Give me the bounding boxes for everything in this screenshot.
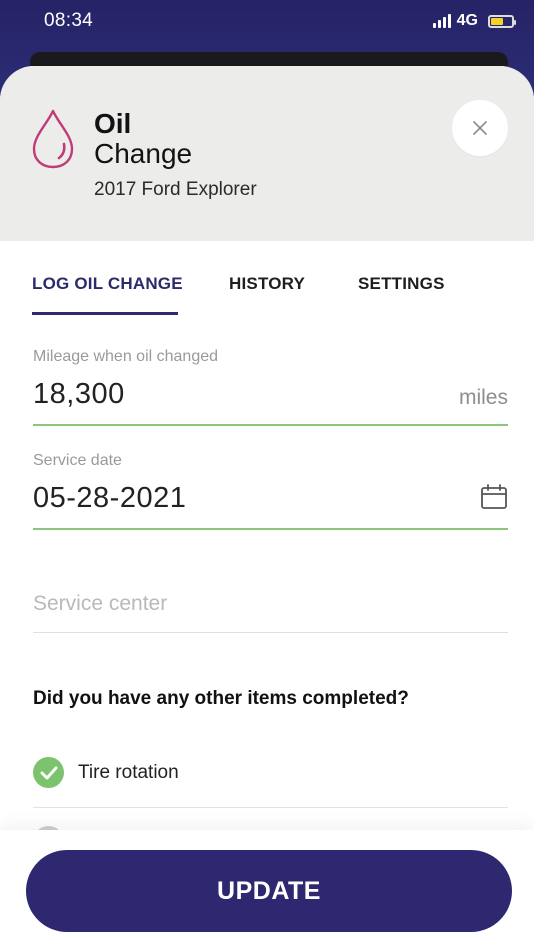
- service-center-input[interactable]: Service center: [33, 592, 508, 616]
- page-title-line-2: Change: [94, 138, 193, 169]
- vehicle-name: 2017 Ford Explorer: [94, 179, 257, 200]
- service-center-underline: [33, 632, 508, 633]
- checked-checkbox[interactable]: [33, 757, 64, 788]
- service-date-underline: [33, 528, 508, 530]
- tab-bar: LOG OIL CHANGE HISTORY SETTINGS: [32, 274, 502, 318]
- mileage-underline: [33, 424, 508, 426]
- check-icon: [40, 766, 57, 779]
- service-date-field[interactable]: Service date 05-28-2021: [33, 452, 508, 532]
- mileage-field[interactable]: Mileage when oil changed 18,300 miles: [33, 348, 508, 428]
- mileage-unit: miles: [458, 386, 508, 409]
- active-tab-indicator: [32, 312, 178, 315]
- list-item-label: Tire rotation: [78, 762, 179, 783]
- completed-items-question: Did you have any other items completed?: [33, 688, 409, 709]
- tab-settings[interactable]: SETTINGS: [358, 274, 445, 294]
- network-type: 4G: [456, 12, 478, 29]
- status-time: 08:34: [44, 10, 94, 31]
- close-icon: [473, 121, 487, 135]
- service-center-field[interactable]: Service center: [33, 592, 508, 636]
- oil-change-sheet: Oil Change 2017 Ford Explorer LOG OIL CH…: [0, 66, 534, 950]
- tab-history[interactable]: HISTORY: [229, 274, 305, 294]
- sheet-header: Oil Change 2017 Ford Explorer: [0, 66, 534, 241]
- mileage-input[interactable]: 18,300: [33, 378, 508, 411]
- update-button[interactable]: UPDATE: [26, 850, 512, 932]
- tab-log-oil-change[interactable]: LOG OIL CHANGE: [32, 274, 183, 294]
- status-indicators: 4G: [432, 12, 516, 30]
- oil-drop-icon: [32, 109, 74, 169]
- battery-icon: [488, 14, 516, 28]
- calendar-icon[interactable]: [480, 484, 508, 510]
- service-date-label: Service date: [33, 452, 122, 469]
- list-item[interactable]: Tire rotation: [33, 754, 508, 806]
- service-date-input[interactable]: 05-28-2021: [33, 482, 508, 515]
- mileage-label: Mileage when oil changed: [33, 348, 219, 365]
- page-title-line-1: Oil: [94, 108, 132, 139]
- signal-icon: [432, 14, 451, 28]
- close-button[interactable]: [452, 100, 508, 156]
- divider: [33, 807, 508, 808]
